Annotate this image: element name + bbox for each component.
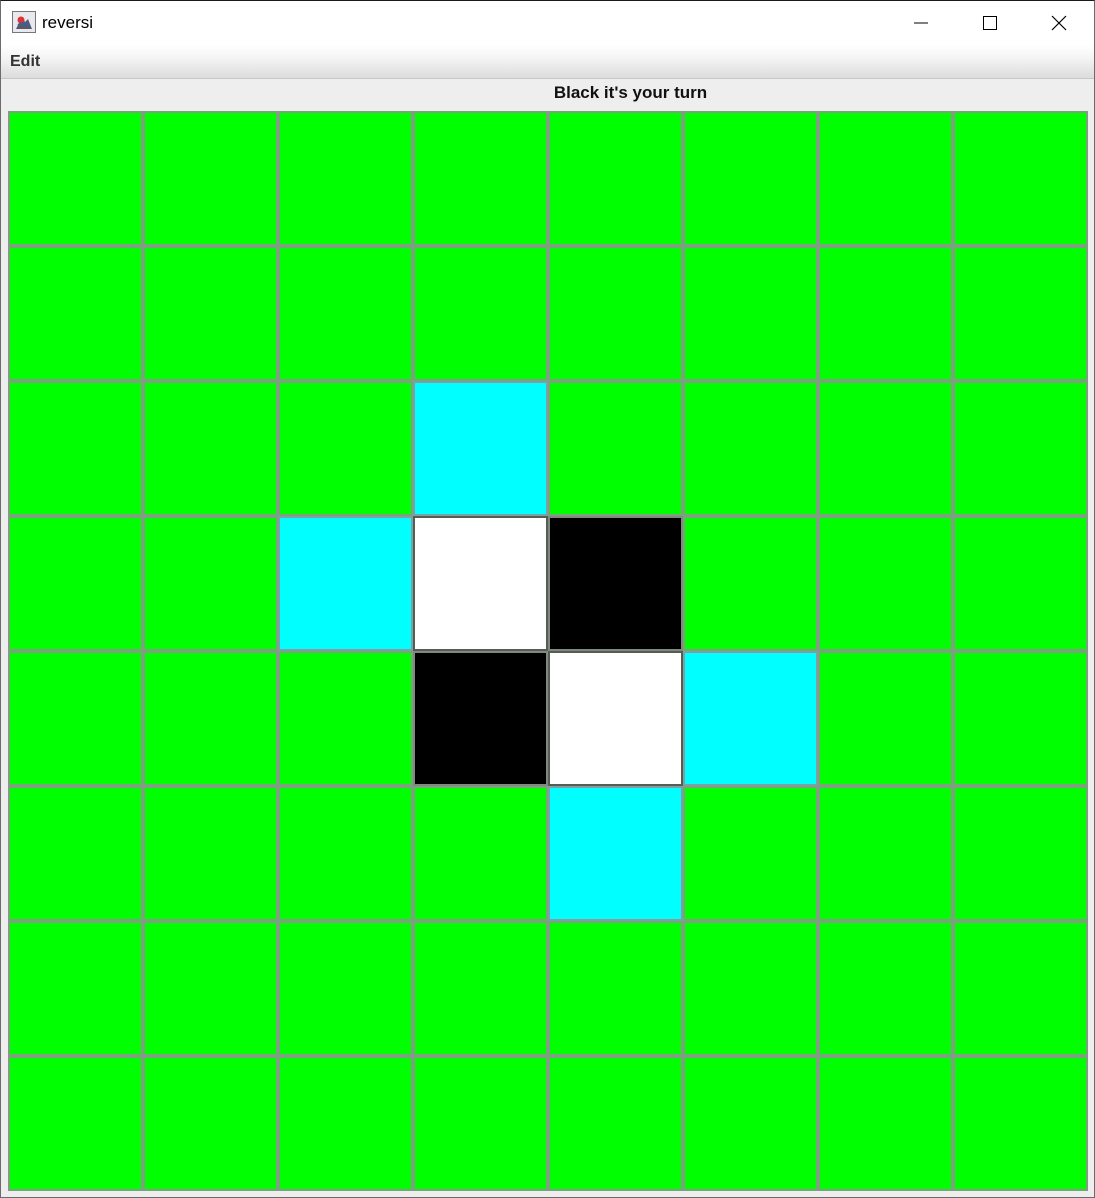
board-cell-empty[interactable]	[8, 1056, 143, 1191]
board-cell-empty[interactable]	[8, 786, 143, 921]
turn-status: Black it's your turn	[553, 83, 708, 102]
board-cell-empty[interactable]	[953, 651, 1088, 786]
board-cell-empty[interactable]	[278, 921, 413, 1056]
board-cell-empty[interactable]	[143, 1056, 278, 1191]
board-cell-empty[interactable]	[548, 921, 683, 1056]
board-cell-empty[interactable]	[818, 786, 953, 921]
board-cell-empty[interactable]	[278, 651, 413, 786]
window-title: reversi	[42, 13, 94, 32]
board-cell-empty[interactable]	[683, 786, 818, 921]
game-panel: Black it's your turn	[1, 79, 1094, 1197]
board-cell-empty[interactable]	[8, 516, 143, 651]
board-cell-empty[interactable]	[143, 651, 278, 786]
board-cell-empty[interactable]	[278, 246, 413, 381]
board-cell-possible-move[interactable]	[413, 381, 548, 516]
board-cell-empty[interactable]	[953, 111, 1088, 246]
board-cell-empty[interactable]	[143, 111, 278, 246]
board-cell-empty[interactable]	[143, 786, 278, 921]
board-cell-empty[interactable]	[413, 921, 548, 1056]
board-cell-empty[interactable]	[818, 1056, 953, 1191]
board-cell-empty[interactable]	[953, 1056, 1088, 1191]
board-cell-empty[interactable]	[8, 651, 143, 786]
board-cell-empty[interactable]	[683, 111, 818, 246]
board-cell-empty[interactable]	[683, 921, 818, 1056]
board-cell-empty[interactable]	[8, 921, 143, 1056]
minimize-icon	[914, 22, 928, 24]
board-cell-empty[interactable]	[278, 1056, 413, 1191]
board-cell-empty[interactable]	[683, 246, 818, 381]
board-cell-empty[interactable]	[548, 246, 683, 381]
board-cell-empty[interactable]	[413, 246, 548, 381]
board-cell-empty[interactable]	[143, 921, 278, 1056]
reversi-board	[8, 111, 1088, 1191]
board-cell-empty[interactable]	[953, 381, 1088, 516]
board-cell-empty[interactable]	[548, 1056, 683, 1191]
board-cell-empty[interactable]	[818, 516, 953, 651]
board-cell-empty[interactable]	[278, 111, 413, 246]
board-cell-empty[interactable]	[413, 111, 548, 246]
board-cell-empty[interactable]	[683, 1056, 818, 1191]
board-cell-empty[interactable]	[8, 381, 143, 516]
black-piece[interactable]	[413, 651, 548, 786]
board-cell-empty[interactable]	[953, 921, 1088, 1056]
board-cell-empty[interactable]	[143, 381, 278, 516]
board-cell-empty[interactable]	[683, 516, 818, 651]
menu-bar: Edit	[1, 45, 1094, 79]
board-cell-empty[interactable]	[548, 381, 683, 516]
board-cell-empty[interactable]	[818, 246, 953, 381]
board-cell-empty[interactable]	[953, 786, 1088, 921]
board-cell-empty[interactable]	[548, 111, 683, 246]
board-cell-empty[interactable]	[143, 516, 278, 651]
board-cell-possible-move[interactable]	[278, 516, 413, 651]
reversi-window: reversi Edit Black it's your turn	[0, 0, 1095, 1198]
java-app-icon	[12, 11, 36, 33]
white-piece[interactable]	[548, 651, 683, 786]
board-cell-empty[interactable]	[413, 1056, 548, 1191]
board-cell-empty[interactable]	[953, 246, 1088, 381]
maximize-button[interactable]	[956, 1, 1024, 45]
board-cell-empty[interactable]	[143, 246, 278, 381]
board-cell-empty[interactable]	[818, 111, 953, 246]
minimize-button[interactable]	[887, 1, 955, 45]
close-button[interactable]	[1025, 1, 1093, 45]
title-bar[interactable]: reversi	[1, 1, 1094, 45]
black-piece[interactable]	[548, 516, 683, 651]
menu-edit[interactable]: Edit	[10, 53, 40, 71]
board-cell-empty[interactable]	[953, 516, 1088, 651]
board-cell-empty[interactable]	[818, 381, 953, 516]
board-cell-empty[interactable]	[818, 921, 953, 1056]
board-cell-possible-move[interactable]	[548, 786, 683, 921]
board-cell-empty[interactable]	[818, 651, 953, 786]
close-icon	[1051, 15, 1067, 31]
board-cell-empty[interactable]	[278, 786, 413, 921]
board-cell-empty[interactable]	[413, 786, 548, 921]
white-piece[interactable]	[413, 516, 548, 651]
board-cell-empty[interactable]	[278, 381, 413, 516]
board-cell-empty[interactable]	[8, 111, 143, 246]
board-cell-empty[interactable]	[683, 381, 818, 516]
board-cell-empty[interactable]	[8, 246, 143, 381]
board-cell-possible-move[interactable]	[683, 651, 818, 786]
maximize-icon	[983, 16, 997, 30]
